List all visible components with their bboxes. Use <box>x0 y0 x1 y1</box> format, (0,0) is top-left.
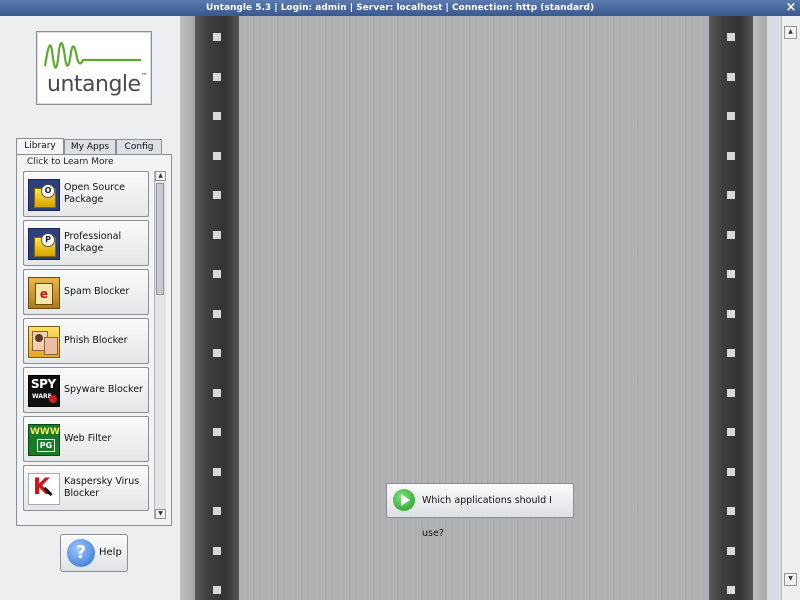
tab-my-apps[interactable]: My Apps <box>64 139 116 155</box>
untangle-logo: untangle™ <box>36 31 152 105</box>
scroll-up-icon[interactable]: ▲ <box>784 26 797 39</box>
rail-hole <box>727 349 735 357</box>
rail-hole <box>727 309 735 318</box>
phish-blocker-icon <box>28 326 60 358</box>
rail-hole <box>213 191 221 199</box>
scroll-thumb[interactable] <box>156 183 164 295</box>
logo-wordmark: untangle™ <box>47 72 148 97</box>
rail-hole <box>727 72 735 81</box>
library-item-label: Web Filter <box>64 433 112 444</box>
rail-hole <box>213 270 221 278</box>
rail-hole <box>727 467 735 476</box>
logo-wave-icon <box>43 41 141 69</box>
rail-hole <box>213 428 221 436</box>
library-item-spyware-blocker[interactable]: SPY WARE Spyware Blocker <box>23 367 149 413</box>
scroll-down-icon[interactable]: ▼ <box>784 573 797 586</box>
window-titlebar: Untangle 5.3 | Login: admin | Server: lo… <box>0 0 800 16</box>
scroll-down-icon[interactable]: ▼ <box>155 509 166 519</box>
scroll-up-icon[interactable]: ▲ <box>155 171 166 181</box>
library-item-label: Open Source Package <box>64 182 126 205</box>
library-item-open-source-package[interactable]: O Open Source Package <box>23 171 149 217</box>
rail-hole <box>213 349 221 357</box>
library-item-label: Kaspersky Virus Blocker <box>64 476 140 499</box>
library-item-spam-blocker[interactable]: e Spam Blocker <box>23 269 149 315</box>
rail-hole <box>213 309 221 318</box>
rail-hole <box>213 33 221 41</box>
spam-blocker-icon: e <box>28 277 60 309</box>
library-item-label: Spyware Blocker <box>64 384 143 395</box>
library-item-kaspersky-virus-blocker[interactable]: K Kaspersky Virus Blocker <box>23 465 149 511</box>
rail-hole <box>213 230 221 239</box>
rail-hole <box>727 428 735 436</box>
open-source-package-icon: O <box>28 179 60 211</box>
library-caption: Click to Learn More <box>27 157 114 167</box>
library-item-phish-blocker[interactable]: Phish Blocker <box>23 318 149 364</box>
library-item-professional-package[interactable]: P Professional Package <box>23 220 149 266</box>
rail-hole <box>727 112 735 120</box>
help-label: Help <box>99 547 122 558</box>
professional-package-icon: P <box>28 228 60 260</box>
rail-hole <box>213 388 221 397</box>
rack-right-rail <box>709 16 753 600</box>
rail-hole <box>213 546 221 555</box>
rail-hole <box>727 586 735 594</box>
library-item-web-filter[interactable]: WWW PG Web Filter <box>23 416 149 462</box>
play-icon <box>393 489 415 511</box>
rail-hole <box>213 72 221 81</box>
rail-hole <box>727 507 735 515</box>
rail-hole <box>727 388 735 397</box>
web-filter-icon: WWW PG <box>28 424 60 456</box>
rack-left-rail <box>195 16 239 600</box>
rack-right-edge <box>753 16 767 600</box>
library-item-label: Professional Package <box>64 231 122 254</box>
help-button[interactable]: ? Help <box>60 534 128 572</box>
rail-hole <box>213 467 221 476</box>
rail-hole <box>727 546 735 555</box>
which-applications-label: Which applications should I use? <box>422 495 552 539</box>
kaspersky-icon: K <box>28 473 60 505</box>
spyware-blocker-icon: SPY WARE <box>28 375 60 407</box>
rail-hole <box>727 33 735 41</box>
help-icon: ? <box>67 539 95 567</box>
library-scrollbar[interactable]: ▲ ▼ <box>154 171 166 519</box>
window-title: Untangle 5.3 | Login: admin | Server: lo… <box>205 3 595 13</box>
library-item-label: Phish Blocker <box>64 335 128 346</box>
rail-hole <box>213 151 221 160</box>
rail-hole <box>213 586 221 594</box>
tab-library[interactable]: Library <box>16 138 64 155</box>
rail-hole <box>213 112 221 120</box>
tab-config[interactable]: Config <box>116 139 162 155</box>
rail-hole <box>727 230 735 239</box>
rail-hole <box>727 270 735 278</box>
rail-hole <box>213 507 221 515</box>
library-item-label: Spam Blocker <box>64 286 130 297</box>
rail-hole <box>727 191 735 199</box>
main-scrollbar[interactable]: ▲ ▼ <box>781 16 800 600</box>
which-applications-button[interactable]: Which applications should I use? <box>386 483 574 539</box>
rack-left-edge <box>181 16 195 600</box>
library-panel: Click to Learn More O Open Source Packag… <box>16 154 172 526</box>
library-list: O Open Source Package P Professional Pac… <box>23 171 149 519</box>
close-icon[interactable]: × <box>784 1 798 15</box>
rail-hole <box>727 151 735 160</box>
